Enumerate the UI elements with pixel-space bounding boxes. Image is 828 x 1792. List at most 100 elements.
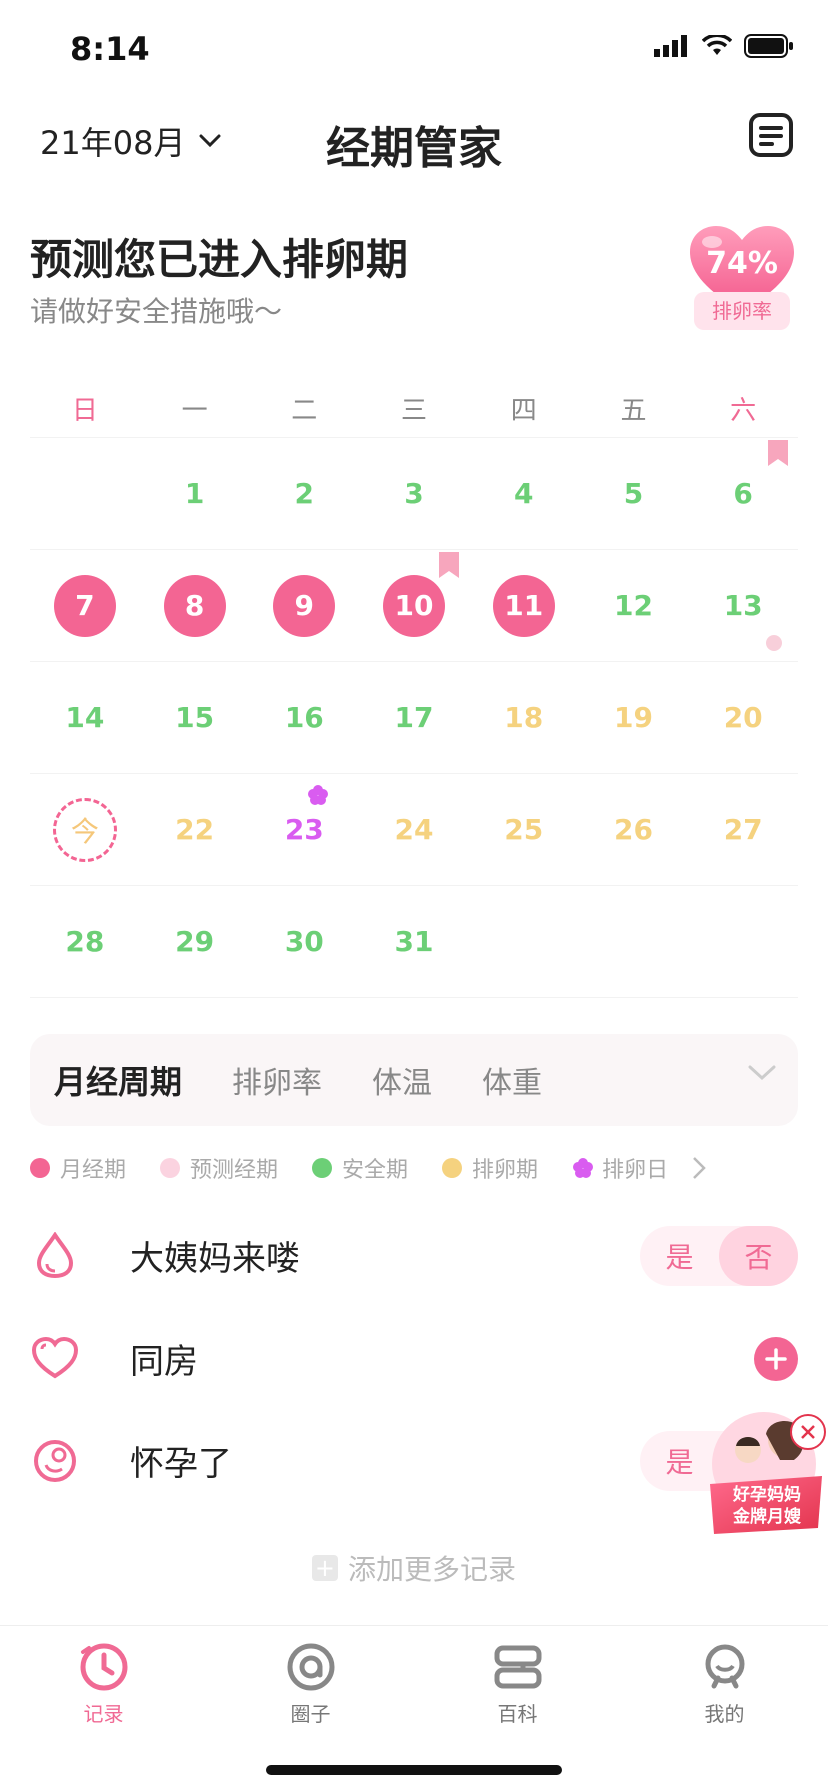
calendar-day-cell[interactable]: 26	[579, 774, 689, 885]
nav-record-label: 记录	[83, 1702, 124, 1726]
calendar-day-number: 4	[513, 477, 534, 510]
month-selector[interactable]: 21年08月	[40, 118, 221, 164]
calendar-week-row: 14 15 16 17 18 19 20	[30, 661, 798, 773]
calendar-day-number: 11	[492, 574, 555, 637]
calendar-grid: 1 2 3 4 5 6 7 8 9 10 11 12 13 14 15 16 17 18 19 20 今 22 23 24 25…	[30, 437, 798, 998]
add-intimacy-button[interactable]	[754, 1337, 798, 1381]
calendar-day-cell[interactable]: 9	[249, 550, 359, 661]
ad-close-button[interactable]	[790, 1414, 826, 1450]
add-more-records-button[interactable]: + 添加更多记录	[0, 1548, 828, 1588]
calendar-day-cell	[579, 886, 689, 997]
calendar-day-cell[interactable]: 23	[249, 774, 359, 885]
calendar-day-cell[interactable]: 4	[469, 438, 579, 549]
tab-weight[interactable]: 体重	[482, 1058, 542, 1102]
calendar-day-cell[interactable]: 今	[30, 774, 140, 885]
fetus-icon	[30, 1435, 80, 1485]
flower-icon	[308, 785, 329, 805]
prediction-title: 预测您已进入排卵期	[30, 235, 409, 284]
calendar-day-number: 31	[394, 925, 434, 958]
month-label: 21年08月	[40, 124, 186, 162]
calendar-day-cell	[688, 886, 798, 997]
record-period-label: 大姨妈来喽	[130, 1238, 300, 1279]
calendar-day-cell[interactable]: 30	[249, 886, 359, 997]
tab-cycle[interactable]: 月经周期	[54, 1057, 182, 1103]
calendar-day-cell[interactable]: 13	[688, 550, 798, 661]
calendar-day-number: 10	[383, 574, 446, 637]
calendar-day-number: 16	[284, 701, 324, 734]
calendar-day-cell[interactable]: 18	[469, 662, 579, 773]
nav-encyclopedia[interactable]: 百科	[414, 1626, 621, 1746]
legend-safe: 安全期	[312, 1152, 408, 1184]
calendar-day-cell[interactable]: 5	[579, 438, 689, 549]
legend: 月经期 预测经期 安全期 排卵期 排卵日	[30, 1152, 820, 1184]
tab-temperature[interactable]: 体温	[372, 1058, 432, 1102]
calendar-day-cell[interactable]: 27	[688, 774, 798, 885]
calendar-day-cell[interactable]: 16	[249, 662, 359, 773]
status-time: 8:14	[70, 30, 150, 68]
record-list-button[interactable]	[748, 112, 794, 162]
calendar-day-number: 12	[613, 589, 653, 622]
period-yes-option[interactable]: 是	[640, 1226, 719, 1286]
list-icon	[749, 113, 793, 157]
calendar-day-cell[interactable]: 3	[359, 438, 469, 549]
calendar-day-cell[interactable]: 29	[140, 886, 250, 997]
book-icon	[494, 1645, 541, 1689]
period-no-option[interactable]: 否	[719, 1226, 798, 1286]
calendar-day-number: 13	[723, 589, 763, 622]
ovulation-rate-label: 排卵率	[694, 292, 790, 330]
record-pregnant-label: 怀孕了	[130, 1443, 232, 1484]
legend-period: 月经期	[30, 1152, 126, 1184]
calendar-day-cell[interactable]: 12	[579, 550, 689, 661]
calendar-day-cell[interactable]: 22	[140, 774, 250, 885]
legend-ovulation-day: 排卵日	[572, 1152, 668, 1184]
user-icon	[705, 1644, 744, 1689]
calendar-day-cell[interactable]: 31	[359, 886, 469, 997]
calendar-day-cell[interactable]: 11	[469, 550, 579, 661]
ad-line-1: 好孕妈妈	[733, 1485, 801, 1505]
calendar-day-number: 27	[723, 813, 763, 846]
nav-encyclopedia-label: 百科	[497, 1702, 538, 1726]
signal-icon	[654, 35, 687, 57]
record-intimacy-label: 同房	[130, 1341, 198, 1382]
calendar-day-cell[interactable]: 6	[688, 438, 798, 549]
calendar-week-row: 今 22 23 24 25 26 27	[30, 773, 798, 885]
chevron-down-icon[interactable]	[748, 1064, 776, 1082]
nav-me[interactable]: 我的	[621, 1626, 828, 1746]
calendar-day-cell[interactable]: 20	[688, 662, 798, 773]
tab-ovulation-rate[interactable]: 排卵率	[232, 1058, 322, 1102]
calendar-day-number: 26	[613, 813, 653, 846]
ovulation-rate-value: 74%	[706, 246, 778, 281]
calendar-day-cell[interactable]: 7	[30, 550, 140, 661]
nav-circle[interactable]: 圈子	[207, 1626, 414, 1746]
record-period: 大姨妈来喽 是 否	[30, 1220, 798, 1290]
heart-icon	[30, 1333, 80, 1383]
nav-record[interactable]: 记录	[0, 1626, 207, 1746]
calendar-day-number: 9	[273, 574, 336, 637]
calendar-day-cell[interactable]: 14	[30, 662, 140, 773]
calendar-day-number: 3	[404, 477, 424, 510]
calendar-day-cell[interactable]: 25	[469, 774, 579, 885]
calendar-day-number: 30	[284, 925, 324, 958]
calendar-day-cell[interactable]: 24	[359, 774, 469, 885]
calendar-day-cell[interactable]: 28	[30, 886, 140, 997]
calendar-today: 今	[52, 797, 117, 862]
calendar-day-number: 2	[294, 477, 315, 510]
calendar-day-number: 7	[53, 574, 116, 637]
calendar-day-cell[interactable]: 8	[140, 550, 250, 661]
calendar-day-cell[interactable]: 10	[359, 550, 469, 661]
wifi-icon	[702, 35, 732, 55]
calendar-day-cell	[30, 438, 140, 549]
calendar-day-cell[interactable]: 17	[359, 662, 469, 773]
prediction-subtitle: 请做好安全措施哦～	[30, 295, 283, 328]
status-icons	[654, 34, 794, 58]
legend-predicted-period: 预测经期	[160, 1152, 278, 1184]
calendar-day-cell[interactable]: 19	[579, 662, 689, 773]
calendar-day-number: 17	[394, 701, 434, 734]
legend-ovulation: 排卵期	[442, 1152, 538, 1184]
calendar-day-cell[interactable]: 2	[249, 438, 359, 549]
calendar-day-cell[interactable]: 15	[140, 662, 250, 773]
chevron-right-icon[interactable]	[692, 1156, 706, 1180]
ad-text[interactable]: 好孕妈妈 金牌月嫂	[712, 1484, 822, 1528]
calendar-day-number: 25	[504, 813, 544, 846]
calendar-day-cell[interactable]: 1	[140, 438, 250, 549]
